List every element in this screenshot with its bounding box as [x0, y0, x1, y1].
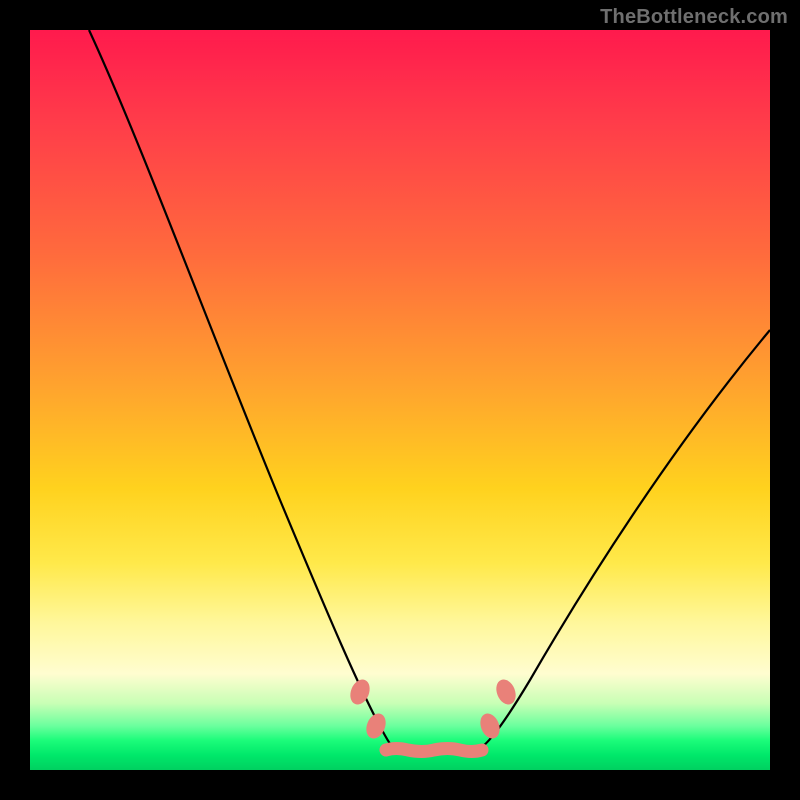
valley-floor-overlay — [386, 749, 482, 752]
attribution-watermark: TheBottleneck.com — [600, 6, 788, 29]
right-wall-marker-lower — [477, 711, 503, 742]
right-curve — [474, 330, 770, 752]
plot-area — [30, 30, 770, 770]
chart-frame: TheBottleneck.com — [0, 0, 800, 800]
left-curve — [89, 30, 398, 752]
curve-layer — [30, 30, 770, 770]
